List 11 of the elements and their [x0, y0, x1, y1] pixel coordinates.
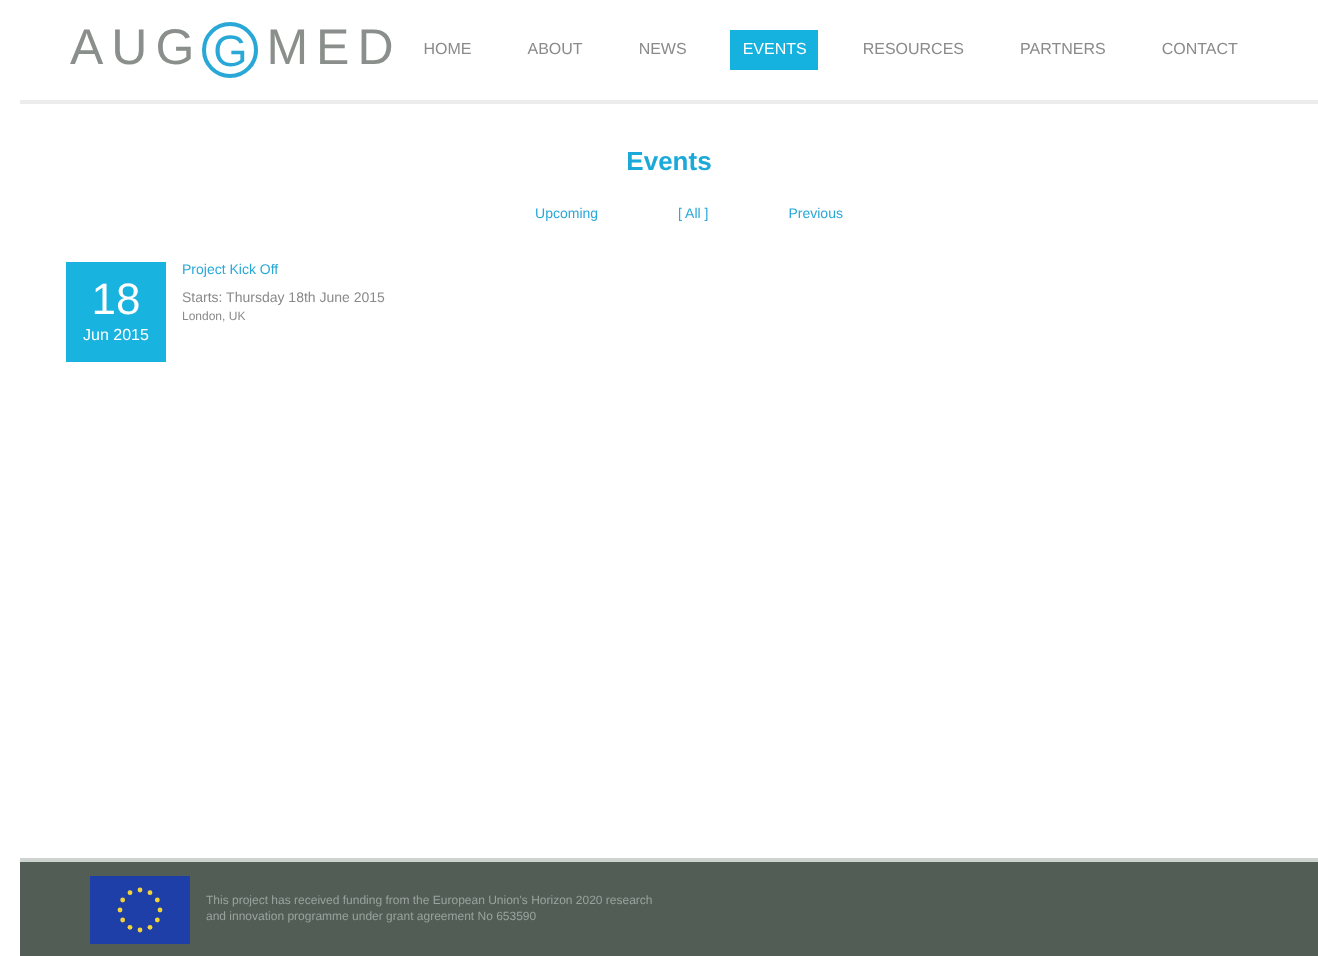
- site-logo[interactable]: AUG G MED: [70, 12, 402, 88]
- nav-link[interactable]: NEWS: [626, 30, 699, 70]
- page-title: Events: [624, 144, 714, 180]
- nav-link[interactable]: EVENTS: [730, 30, 819, 70]
- eu-flag-icon: [90, 875, 190, 943]
- nav-link[interactable]: RESOURCES: [850, 30, 977, 70]
- nav-link[interactable]: HOME: [411, 30, 484, 70]
- event-date-badge: 18 Jun 2015: [66, 262, 166, 362]
- nav-link[interactable]: ABOUT: [515, 30, 595, 70]
- nav-link[interactable]: CONTACT: [1149, 30, 1250, 70]
- nav-link[interactable]: PARTNERS: [1008, 30, 1118, 70]
